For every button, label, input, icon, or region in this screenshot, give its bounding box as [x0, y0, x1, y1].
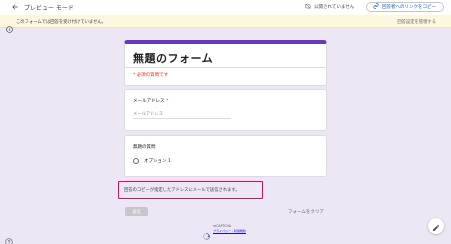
question-card: 無題の質問 オプション 1 — [124, 135, 327, 177]
question-label: 無題の質問 — [133, 145, 156, 150]
clear-form-button[interactable]: フォームをクリア — [288, 209, 324, 215]
header-divider — [125, 67, 326, 68]
form-header-card: 無題のフォーム * 必須の質問です — [124, 40, 327, 86]
help-icon[interactable] — [5, 231, 13, 244]
publish-status: 公開されていません — [305, 3, 354, 11]
arrow-back-icon[interactable] — [9, 1, 21, 13]
radio-option[interactable]: オプション 1 — [133, 158, 171, 164]
radio-button[interactable] — [133, 158, 139, 164]
not-accepting-banner: このフォームでは回答を受け付けていません。 回答設定を管理する — [0, 15, 451, 33]
info-icon — [6, 18, 13, 33]
response-copy-note: 回答のコピーが指定したアドレスにメールで送信されます。 — [118, 181, 263, 199]
email-question-card: メールアドレス * — [124, 89, 327, 131]
manage-responses-link[interactable]: 回答設定を管理する — [397, 19, 436, 25]
required-star: * — [165, 99, 169, 104]
copy-responder-link-label: 回答者へのリンクをコピー — [382, 5, 436, 10]
edit-pencil-icon — [432, 217, 440, 236]
link-icon — [373, 3, 379, 11]
page-title: プレビュー モード — [24, 5, 74, 12]
email-question-label: メールアドレス * — [133, 99, 169, 104]
banner-message: このフォームでは回答を受け付けていません。 — [16, 20, 106, 25]
top-app-bar: プレビュー モード 公開されていません 回答者へのリンクをコピー — [0, 0, 451, 15]
recaptcha-icon — [203, 225, 210, 240]
required-note: * 必須の質問です — [133, 73, 169, 78]
submit-button[interactable]: 送信 — [125, 207, 148, 216]
recaptcha-badge: reCAPTCHA プライバシー - 利用規約 — [203, 222, 247, 240]
email-field[interactable] — [133, 111, 231, 119]
recaptcha-links[interactable]: プライバシー - 利用規約 — [213, 229, 246, 233]
cloud-off-icon — [305, 3, 312, 11]
recaptcha-brand: reCAPTCHA — [213, 224, 232, 228]
edit-form-button[interactable] — [428, 218, 444, 234]
publish-status-text: 公開されていません — [314, 5, 355, 10]
copy-responder-link-button[interactable]: 回答者へのリンクをコピー — [366, 2, 444, 12]
response-copy-note-text: 回答のコピーが指定したアドレスにメールで送信されます。 — [124, 188, 240, 193]
form-title: 無題のフォーム — [133, 52, 214, 65]
radio-option-label: オプション 1 — [144, 159, 171, 164]
